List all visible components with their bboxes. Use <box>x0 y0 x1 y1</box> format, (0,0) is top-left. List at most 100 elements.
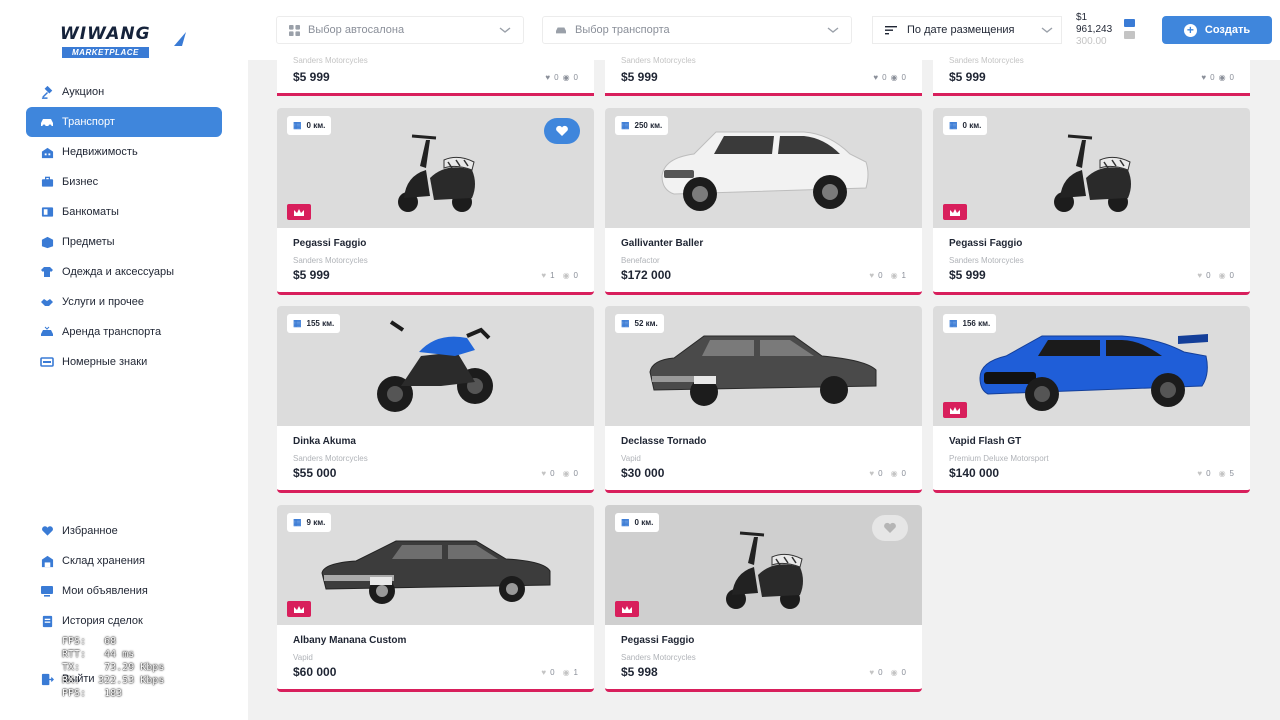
create-button[interactable]: + Создать <box>1162 16 1272 44</box>
listing-image: ▦ 52 км. <box>605 306 922 426</box>
listing-name: Pegassi Faggio <box>949 238 1023 249</box>
listing-brand: Sanders Motorcycles <box>293 256 368 265</box>
listing-stats: ♥ 1 ◉ 0 <box>541 271 578 280</box>
likes-count: 0 <box>1210 73 1215 82</box>
plate-icon <box>40 355 54 369</box>
listing-card-partial[interactable]: Sanders Motorcycles $5 999 ♥ 0 ◉ 0 <box>277 56 594 96</box>
logo[interactable]: WIWANG MARKETPLACE <box>60 26 190 58</box>
listing-price: $55 000 <box>293 466 337 480</box>
listing-image: ▦ 0 км. <box>933 108 1250 228</box>
views-count: 0 <box>1229 271 1234 280</box>
pps-stat: PPS: 183 <box>62 688 123 699</box>
sidebar-item-my-ads[interactable]: Мои объявления <box>26 576 222 606</box>
listing-card[interactable]: ▦ 156 км. Vapid Flash GT Premium Deluxe Mot… <box>933 306 1250 493</box>
listing-price: $140 000 <box>949 466 1000 480</box>
road-icon: ▦ <box>293 120 302 130</box>
vehicle-select[interactable]: Выбор транспорта <box>542 16 852 44</box>
listing-card-partial[interactable]: Sanders Motorcycles $5 999 ♥ 0 ◉ 0 <box>933 56 1250 96</box>
listing-card[interactable]: ▦ 0 км. Pegassi Faggio Sanders Motorcycles $… <box>605 505 922 692</box>
sidebar-item-rental[interactable]: Аренда транспорта <box>26 317 222 347</box>
listing-card[interactable]: ▦ 250 км. Gallivanter Baller Benefactor $172… <box>605 108 922 295</box>
heart-icon: ♥ <box>1201 73 1207 82</box>
premium-badge <box>287 204 311 220</box>
sidebar-item-auction[interactable]: Аукцион <box>26 77 222 107</box>
sidebar-item-items[interactable]: Предметы <box>26 227 222 257</box>
listing-stats: ♥ 0 ◉ 0 <box>1201 73 1234 82</box>
sidebar-item-label: Транспорт <box>62 116 115 128</box>
sidebar-item-clothes[interactable]: Одежда и аксессуары <box>26 257 222 287</box>
listing-info: Albany Manana Custom Vapid $60 000 ♥ 0 ◉ 1 <box>277 625 594 689</box>
rx-stat: RX: 322.53 Kbps <box>62 675 165 686</box>
mileage-badge: ▦ 52 км. <box>615 314 664 333</box>
eye-icon: ◉ <box>890 271 898 280</box>
sidebar-item-label: Недвижимость <box>62 146 138 158</box>
mileage-text: 0 км. <box>306 121 326 130</box>
mileage-badge: ▦ 250 км. <box>615 116 669 135</box>
eye-icon: ◉ <box>1218 271 1226 280</box>
likes-count: 0 <box>878 271 883 280</box>
sidebar-item-services[interactable]: Услуги и прочее <box>26 287 222 317</box>
wallet-icon <box>1124 19 1135 39</box>
sidebar-item-atm[interactable]: Банкоматы <box>26 197 222 227</box>
eye-icon: ◉ <box>1218 73 1226 82</box>
chevron-down-icon <box>499 27 511 33</box>
sort-select[interactable]: По дате размещения <box>872 16 1062 44</box>
listing-stats: ♥ 0 ◉ 0 <box>869 469 906 478</box>
mileage-text: 155 км. <box>306 319 335 328</box>
likes-count: 0 <box>882 73 887 82</box>
sidebar-item-label: Избранное <box>62 525 118 537</box>
listing-card[interactable]: ▦ 0 км. Pegassi Faggio Sanders Motorcycles $… <box>277 108 594 295</box>
sidebar-item-label: Одежда и аксессуары <box>62 266 175 278</box>
listing-card-partial[interactable]: Sanders Motorcycles $5 999 ♥ 0 ◉ 0 <box>605 56 922 96</box>
views-count: 0 <box>573 469 578 478</box>
road-icon: ▦ <box>621 517 630 527</box>
mileage-badge: ▦ 0 км. <box>287 116 332 135</box>
road-icon: ▦ <box>621 120 630 130</box>
favorite-button[interactable] <box>544 118 580 144</box>
clothes-icon <box>40 265 54 279</box>
classic-car-illustration <box>648 335 876 406</box>
crown-icon <box>293 208 305 217</box>
mileage-badge: ▦ 0 км. <box>615 513 660 532</box>
sidebar-item-label: История сделок <box>62 615 143 627</box>
sidebar-item-favorites[interactable]: Избранное <box>26 516 222 546</box>
likes-count: 0 <box>878 668 883 677</box>
sidebar-item-real-estate[interactable]: Недвижимость <box>26 137 222 167</box>
listing-image: ▦ 250 км. <box>605 108 922 228</box>
listing-stats: ♥ 0 ◉ 5 <box>1197 469 1234 478</box>
favorite-button[interactable] <box>872 515 908 541</box>
likes-count: 0 <box>550 668 555 677</box>
views-count: 0 <box>573 271 578 280</box>
eye-icon: ◉ <box>562 469 570 478</box>
rent-car-icon <box>40 325 54 339</box>
listing-stats: ♥ 0 ◉ 0 <box>873 73 906 82</box>
listing-card[interactable]: ▦ 9 км. Albany Manana Custom Vapid $60 000 ♥ 0… <box>277 505 594 692</box>
dealer-select[interactable]: Выбор автосалона <box>276 16 524 44</box>
listing-price: $30 000 <box>621 466 665 480</box>
listing-price: $5 999 <box>949 268 986 282</box>
listing-card[interactable]: ▦ 0 км. Pegassi Faggio Sanders Motorcycles $… <box>933 108 1250 295</box>
heart-icon: ♥ <box>1197 271 1203 280</box>
listing-name: Albany Manana Custom <box>293 635 407 646</box>
listing-card[interactable]: ▦ 155 км. Dinka Akuma Sanders Motorcycles $5… <box>277 306 594 493</box>
building-icon <box>40 145 54 159</box>
listing-price: $5 999 <box>293 268 330 282</box>
sidebar-item-history[interactable]: История сделок <box>26 606 222 636</box>
sidebar-item-transport[interactable]: Транспорт <box>26 107 222 137</box>
mileage-badge: ▦ 155 км. <box>287 314 341 333</box>
eye-icon: ◉ <box>890 73 898 82</box>
sidebar-item-warehouse[interactable]: Склад хранения <box>26 546 222 576</box>
sidebar-item-business[interactable]: Бизнес <box>26 167 222 197</box>
views-count: 0 <box>901 668 906 677</box>
premium-badge <box>943 402 967 418</box>
listing-brand: Vapid <box>293 653 313 662</box>
crown-icon <box>621 605 633 614</box>
listing-name: Dinka Akuma <box>293 436 356 447</box>
sidebar-item-plates[interactable]: Номерные знаки <box>26 347 222 377</box>
listing-brand: Sanders Motorcycles <box>293 454 368 463</box>
road-icon: ▦ <box>949 120 958 130</box>
likes-count: 0 <box>1206 271 1211 280</box>
listing-card[interactable]: ▦ 52 км. Declasse Tornado Vapid $30 000 ♥ 0 ◉ 0 <box>605 306 922 493</box>
heart-icon <box>883 522 897 534</box>
listing-stats: ♥ 0 ◉ 0 <box>541 469 578 478</box>
